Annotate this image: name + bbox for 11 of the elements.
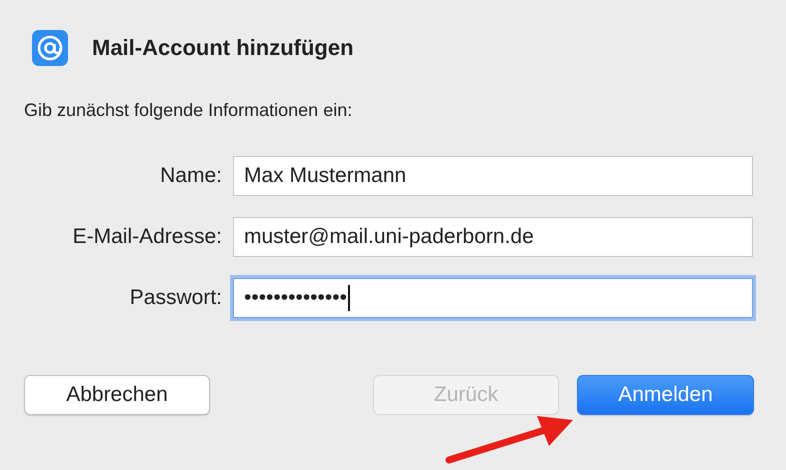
intro-text: Gib zunächst folgende Informationen ein: [24,100,354,121]
field-label: Name: [159,164,222,188]
input-field[interactable]: •••••••••••••• [233,278,753,318]
field-label: Passwort: [128,286,222,310]
input-field[interactable]: muster@mail.uni-paderborn.de [233,217,753,257]
input-field[interactable]: Max Mustermann [233,156,753,196]
dialog-title: Mail-Account hinzufügen [92,35,354,61]
field-label: E-Mail-Adresse: [72,225,222,249]
dialog-button[interactable]: Abbrechen [24,375,210,415]
mail-app-icon [32,30,68,66]
sign-in-button[interactable]: Anmelden [577,375,754,415]
